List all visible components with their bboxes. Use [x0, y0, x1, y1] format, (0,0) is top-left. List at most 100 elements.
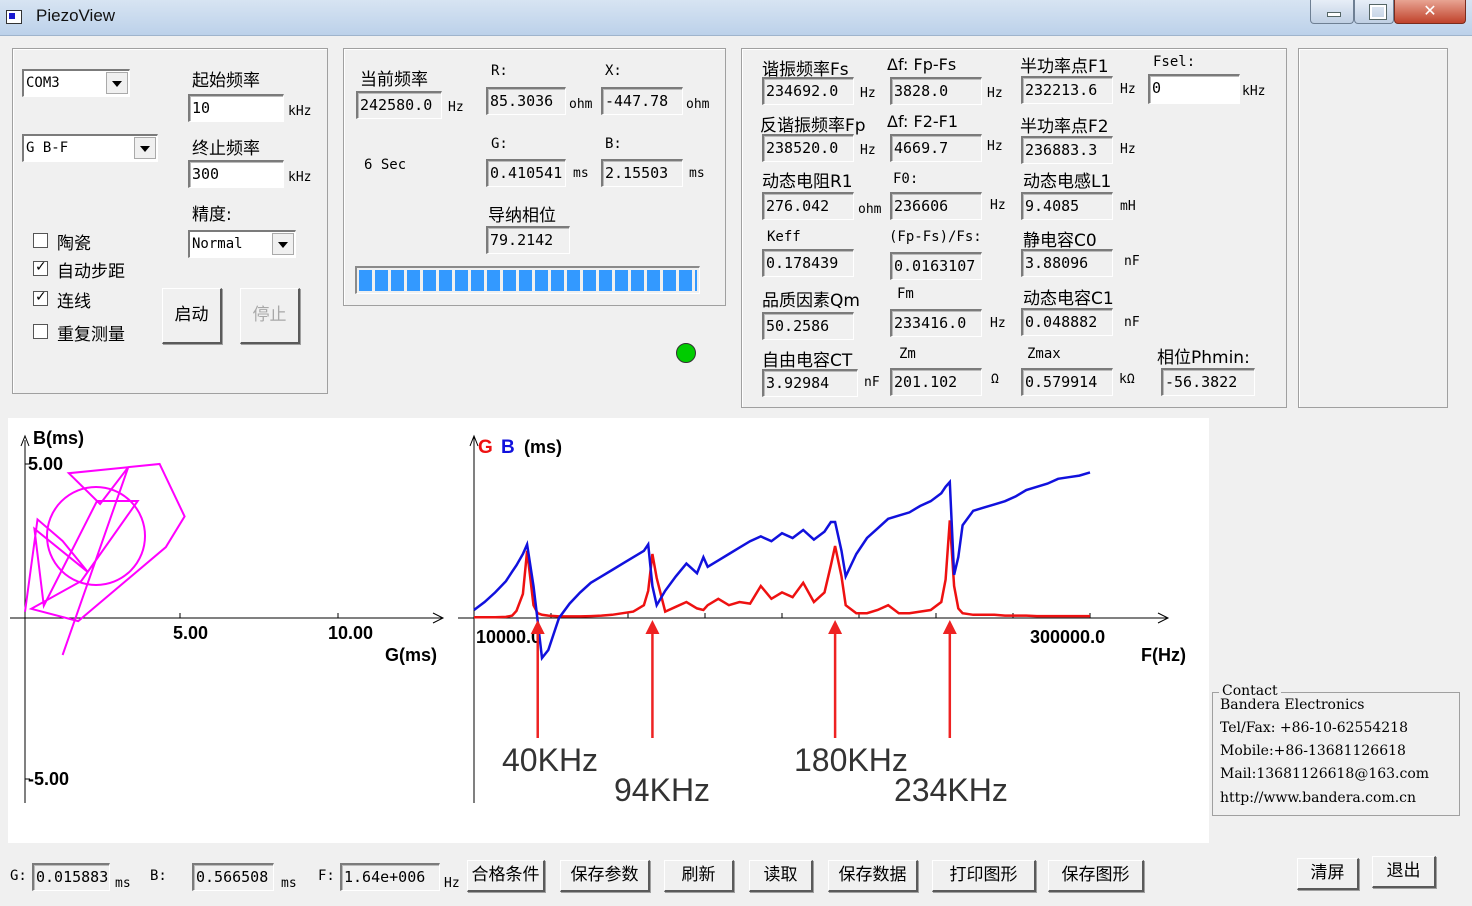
- zm-unit: Ω: [991, 372, 999, 387]
- exit-button[interactable]: 退出: [1372, 856, 1436, 888]
- c1-label: 动态电容C1: [1023, 289, 1114, 309]
- side-panel: [1298, 48, 1448, 408]
- l1-unit: mH: [1120, 199, 1136, 214]
- phase-min-value: -56.3822: [1161, 368, 1255, 396]
- f1-value: 232213.6: [1021, 76, 1113, 104]
- cursor-g-value: 0.015883: [32, 863, 110, 891]
- f2-label: 半功率点F2: [1020, 117, 1109, 137]
- current-freq-label: 当前频率: [360, 70, 428, 90]
- admittance-y-label: B(ms): [33, 428, 84, 448]
- clear-screen-button[interactable]: 清屏: [1297, 858, 1359, 890]
- port-value: COM3: [26, 75, 60, 91]
- start-freq-unit: kHz: [288, 104, 312, 119]
- f0-label: F0:: [893, 171, 919, 187]
- f0-value: 236606: [890, 192, 982, 220]
- sweep-x-label: F(Hz): [1141, 645, 1186, 665]
- ct-value: 3.92984: [762, 369, 858, 397]
- maximize-icon: [1369, 4, 1387, 20]
- fp-fs-ratio-label: (Fp-Fs)/Fs:: [889, 229, 982, 245]
- precision-label: 精度:: [192, 205, 232, 225]
- elapsed-seconds: 6 Sec: [364, 157, 407, 173]
- connect-line-checkbox[interactable]: ✓: [33, 289, 48, 306]
- g-curve: [474, 520, 1090, 619]
- pass-criteria-button[interactable]: 合格条件: [467, 860, 545, 892]
- print-graph-button[interactable]: 打印图形: [932, 860, 1036, 892]
- f1-unit: Hz: [1120, 82, 1136, 97]
- r-value: 85.3036: [486, 87, 566, 115]
- annotation-arrow-head: [645, 620, 660, 634]
- keff-label: Keff: [767, 229, 801, 245]
- app-icon: [6, 10, 22, 24]
- refresh-button[interactable]: 刷新: [664, 860, 734, 892]
- contact-panel: Contact Bandera Electronics Tel/Fax: +86…: [1212, 683, 1462, 817]
- delta-fp-fs-value: 3828.0: [890, 77, 982, 105]
- cursor-b-value: 0.566508: [192, 863, 274, 891]
- admittance-curve: [24, 462, 186, 656]
- annotation-label: 40KHz: [502, 742, 598, 778]
- auto-step-label: 自动步距: [57, 262, 125, 282]
- delta-fp-fs-label: Δf: Fp-Fs: [887, 55, 957, 74]
- current-freq-unit: Hz: [448, 100, 464, 115]
- b-curve: [473, 471, 1091, 662]
- mode-value: G B-F: [26, 140, 69, 156]
- f0-unit: Hz: [990, 198, 1006, 213]
- c1-value: 0.048882: [1021, 308, 1113, 336]
- delta-f2-f1-value: 4669.7: [890, 134, 982, 162]
- window-title: PiezoView: [36, 6, 116, 25]
- fp-label: 反谐振频率Fp: [760, 116, 866, 136]
- minimize-button[interactable]: [1310, 0, 1354, 24]
- chevron-down-icon[interactable]: [272, 233, 294, 255]
- fs-value: 234692.0: [762, 77, 854, 105]
- zmax-unit: kΩ: [1119, 372, 1135, 387]
- l1-value: 9.4085: [1021, 192, 1113, 220]
- read-button[interactable]: 读取: [749, 860, 813, 892]
- start-button[interactable]: 启动: [162, 288, 222, 344]
- save-data-button[interactable]: 保存数据: [828, 860, 918, 892]
- progress-fill: [359, 270, 697, 291]
- phase-label: 导纳相位: [488, 206, 556, 226]
- save-graph-button[interactable]: 保存图形: [1048, 860, 1144, 892]
- x-label: X:: [605, 63, 622, 79]
- start-freq-label: 起始频率: [192, 71, 260, 91]
- ceramic-checkbox[interactable]: [33, 233, 48, 248]
- annotation-label: 180KHz: [794, 742, 908, 778]
- phase-min-label: 相位Phmin:: [1157, 348, 1250, 368]
- repeat-measure-checkbox[interactable]: [33, 324, 48, 339]
- fm-value: 233416.0: [890, 309, 982, 337]
- chevron-down-icon[interactable]: [106, 72, 128, 94]
- b-unit: ms: [689, 166, 705, 181]
- maximize-button[interactable]: [1354, 0, 1394, 24]
- chevron-down-icon[interactable]: [134, 137, 156, 159]
- auto-step-checkbox[interactable]: ✓: [33, 259, 48, 276]
- frequency-annotations: 40KHz 94KHz 180KHz234KHz: [502, 620, 1008, 808]
- c0-label: 静电容C0: [1023, 231, 1097, 251]
- stop-button[interactable]: 停止: [240, 288, 300, 344]
- fsel-input[interactable]: 0: [1148, 74, 1240, 104]
- zmax-value: 0.579914: [1021, 368, 1113, 396]
- close-button[interactable]: ✕: [1394, 0, 1466, 24]
- cursor-b-label: B:: [150, 868, 167, 884]
- fsel-unit: kHz: [1242, 84, 1266, 99]
- r1-value: 276.042: [762, 192, 854, 220]
- legend-unit: (ms): [524, 437, 562, 457]
- precision-select[interactable]: Normal: [188, 230, 296, 258]
- fm-label: Fm: [897, 286, 914, 302]
- f1-label: 半功率点F1: [1020, 57, 1109, 77]
- g-label: G:: [491, 136, 508, 152]
- cursor-g-unit: ms: [115, 876, 131, 891]
- end-freq-input[interactable]: 300: [188, 160, 284, 188]
- zmax-label: Zmax: [1027, 346, 1061, 362]
- admittance-x-tick-label-1: 5.00: [173, 623, 208, 643]
- contact-mail: Mail:13681126618@163.com: [1220, 766, 1430, 782]
- contact-tel: Tel/Fax: +86-10-62554218: [1220, 720, 1408, 736]
- sweep-x-right: 300000.0: [1030, 627, 1105, 647]
- admittance-y-bottom: -5.00: [28, 769, 69, 789]
- qm-value: 50.2586: [762, 312, 854, 340]
- mode-select[interactable]: G B-F: [22, 134, 158, 162]
- start-freq-input[interactable]: 10: [188, 94, 284, 122]
- legend-b: B: [501, 437, 515, 458]
- save-params-button[interactable]: 保存参数: [560, 860, 650, 892]
- admittance-x-label: G(ms): [385, 645, 437, 665]
- check-icon: ✓: [35, 259, 47, 275]
- port-select[interactable]: COM3: [22, 69, 130, 97]
